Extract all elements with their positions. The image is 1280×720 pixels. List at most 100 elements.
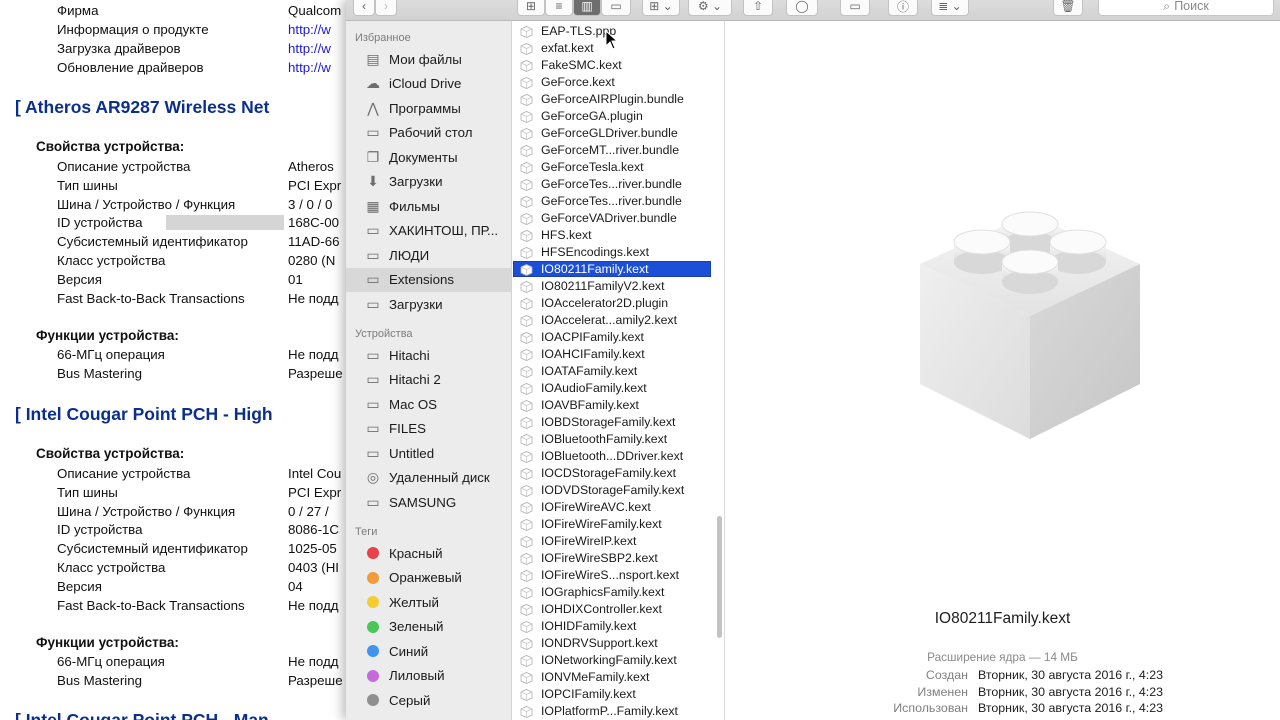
file-row[interactable]: IOCDStorageFamily.kext (512, 465, 724, 482)
file-row[interactable]: IOGraphicsFamily.kext (512, 584, 724, 601)
sidebar-tag-item[interactable]: Зеленый (346, 615, 511, 639)
file-row[interactable]: HFSEncodings.kext (512, 244, 724, 261)
sidebar-tag-label: Желтый (389, 594, 439, 610)
sidebar-device-item[interactable]: ▭ Hitachi 2 (346, 368, 511, 392)
file-row[interactable]: IOFireWireS...nsport.kext (512, 567, 724, 584)
file-name: IONVMeFamily.kext (541, 670, 650, 684)
action-button[interactable]: ⚙ ⌄ (688, 0, 732, 16)
cover-flow-button[interactable]: ▭ (601, 0, 631, 16)
sidebar-item[interactable]: ▤ Мои файлы (346, 47, 511, 71)
file-row[interactable]: IO80211FamilyV2.kext (512, 278, 724, 295)
sidebar-item[interactable]: ❐ Документы (346, 145, 511, 169)
file-row[interactable]: IONetworkingFamily.kext (512, 652, 724, 669)
file-row[interactable]: GeForceMT...river.bundle (512, 142, 724, 159)
file-column[interactable]: EAP-TLS.ppp exfat.kext FakeSMC.kext GeForce… (512, 21, 725, 720)
back-button[interactable]: ‹ (353, 0, 375, 16)
file-row[interactable]: GeForceVADriver.bundle (512, 210, 724, 227)
info-button[interactable]: ⓘ (888, 0, 918, 16)
file-row[interactable]: IOAudioFamily.kext (512, 380, 724, 397)
report-value: 0 / 27 / (288, 503, 329, 519)
sidebar-device-item[interactable]: ▭ Hitachi (346, 343, 511, 367)
file-name: IOAVBFamily.kext (541, 398, 639, 412)
file-row[interactable]: IOFireWireIP.kext (512, 533, 724, 550)
file-row[interactable]: IOPlatformP...Family.kext (512, 703, 724, 720)
file-row[interactable]: GeForceGLDriver.bundle (512, 125, 724, 142)
file-row[interactable]: GeForceTes...river.bundle (512, 176, 724, 193)
sidebar-device-item[interactable]: ▭ FILES (346, 417, 511, 441)
file-row[interactable]: GeForceGA.plugin (512, 108, 724, 125)
report-value: Qualcom (288, 3, 342, 18)
arrange-button[interactable]: ⊞ ⌄ (642, 0, 680, 16)
file-row[interactable]: IOACPIFamily.kext (512, 329, 724, 346)
tag-color-dot-icon (367, 571, 379, 584)
forward-button[interactable]: › (375, 0, 397, 16)
toolbar: ‹ › ⊞ ≡ ▥ ▭ ⊞ ⌄ ⚙ ⌄ ⇧ ◯ ▭ ⓘ ≣ ⌄ 🗑 ⌕ Поис… (346, 0, 1280, 21)
sidebar-tag-item[interactable]: Лиловый (346, 664, 511, 688)
list-view-button[interactable]: ≡ (545, 0, 573, 16)
file-row[interactable]: IOATAFamily.kext (512, 363, 724, 380)
share-button[interactable]: ⇧ (743, 0, 773, 16)
sidebar-tag-item[interactable]: Серый (346, 688, 511, 712)
sidebar-tag-item[interactable]: Красный (346, 541, 511, 565)
kext-file-icon (520, 399, 533, 412)
sidebar-item[interactable]: ▭ Рабочий стол (346, 121, 511, 145)
file-row[interactable]: IODVDStorageFamily.kext (512, 482, 724, 499)
new-folder-button[interactable]: ▭ (840, 0, 870, 16)
sidebar-tag-item[interactable]: Синий (346, 639, 511, 663)
search-input[interactable]: ⌕ Поиск (1098, 0, 1274, 16)
kext-file-icon (520, 25, 533, 38)
file-row[interactable]: IONDRVSupport.kext (512, 635, 724, 652)
sidebar-item[interactable]: ▭ Загрузки (346, 292, 511, 316)
file-row[interactable]: GeForceTesla.kext (512, 159, 724, 176)
kext-file-icon (520, 195, 533, 208)
column-scrollbar[interactable] (717, 516, 722, 638)
file-row[interactable]: IOFireWireFamily.kext (512, 516, 724, 533)
tags-button[interactable]: ◯ (786, 0, 818, 16)
file-row[interactable]: HFS.kext (512, 227, 724, 244)
sidebar-item[interactable]: ▭ ЛЮДИ (346, 243, 511, 267)
report-key: Описание устройства (57, 466, 191, 481)
file-row[interactable]: IOFireWireAVC.kext (512, 499, 724, 516)
file-row[interactable]: FakeSMC.kext (512, 57, 724, 74)
icon-view-button[interactable]: ⊞ (517, 0, 545, 16)
file-row[interactable]: IOAVBFamily.kext (512, 397, 724, 414)
file-row[interactable]: IOBluetooth...DDriver.kext (512, 448, 724, 465)
file-row[interactable]: GeForceTes...river.bundle (512, 193, 724, 210)
file-row[interactable]: IOBDStorageFamily.kext (512, 414, 724, 431)
sidebar-item[interactable]: ☁ iCloud Drive (346, 72, 511, 96)
sidebar-item[interactable]: ▦ Фильмы (346, 194, 511, 218)
file-row[interactable]: IOHIDFamily.kext (512, 618, 724, 635)
sidebar-tag-label: Оранжевый (389, 570, 462, 585)
tag-color-dot-icon (367, 645, 379, 657)
kext-file-icon (520, 433, 533, 446)
file-row[interactable]: GeForceAIRPlugin.bundle (512, 91, 724, 108)
file-row[interactable]: IOBluetoothFamily.kext (512, 431, 724, 448)
file-name: IOAudioFamily.kext (541, 381, 647, 395)
sidebar-tag-item[interactable]: Желтый (346, 590, 511, 614)
file-row[interactable]: IONVMeFamily.kext (512, 669, 724, 686)
sidebar-item[interactable]: ▭ ХАКИНТОШ, ПР... (346, 219, 511, 243)
file-row[interactable]: GeForce.kext (512, 74, 724, 91)
trash-button[interactable]: 🗑 (1053, 0, 1083, 16)
column-view-button[interactable]: ▥ (573, 0, 601, 16)
sidebar-tag-item[interactable]: Оранжевый (346, 566, 511, 590)
remote-disc-icon: ◎ (366, 469, 380, 485)
sidebar-item[interactable]: ⋀ Программы (346, 96, 511, 120)
sidebar-device-item[interactable]: ▭ Mac OS (346, 392, 511, 416)
file-row[interactable]: IOFireWireSBP2.kext (512, 550, 724, 567)
file-row[interactable]: IO80211Family.kext (512, 261, 724, 278)
file-row[interactable]: IOAccelerat...amily2.kext (512, 312, 724, 329)
sidebar-device-item[interactable]: ▭ SAMSUNG (346, 490, 511, 514)
sidebar-item[interactable]: ▭ Extensions (346, 267, 511, 292)
file-row[interactable]: IOHDIXController.kext (512, 601, 724, 618)
sidebar-device-item[interactable]: ◎ Удаленный диск (346, 466, 511, 490)
file-row[interactable]: IOPCIFamily.kext (512, 686, 724, 703)
file-row[interactable]: IOAccelerator2D.plugin (512, 295, 724, 312)
file-name: HFS.kext (541, 228, 592, 242)
sidebar-item[interactable]: ⬇ Загрузки (346, 170, 511, 194)
file-row[interactable]: IOAHCIFamily.kext (512, 346, 724, 363)
gear-icon: ⚙ ⌄ (697, 0, 723, 13)
quick-look-menu-button[interactable]: ≣ ⌄ (931, 0, 969, 16)
sidebar-device-item[interactable]: ▭ Untitled (346, 441, 511, 465)
chevron-left-icon: ‹ (362, 0, 366, 13)
